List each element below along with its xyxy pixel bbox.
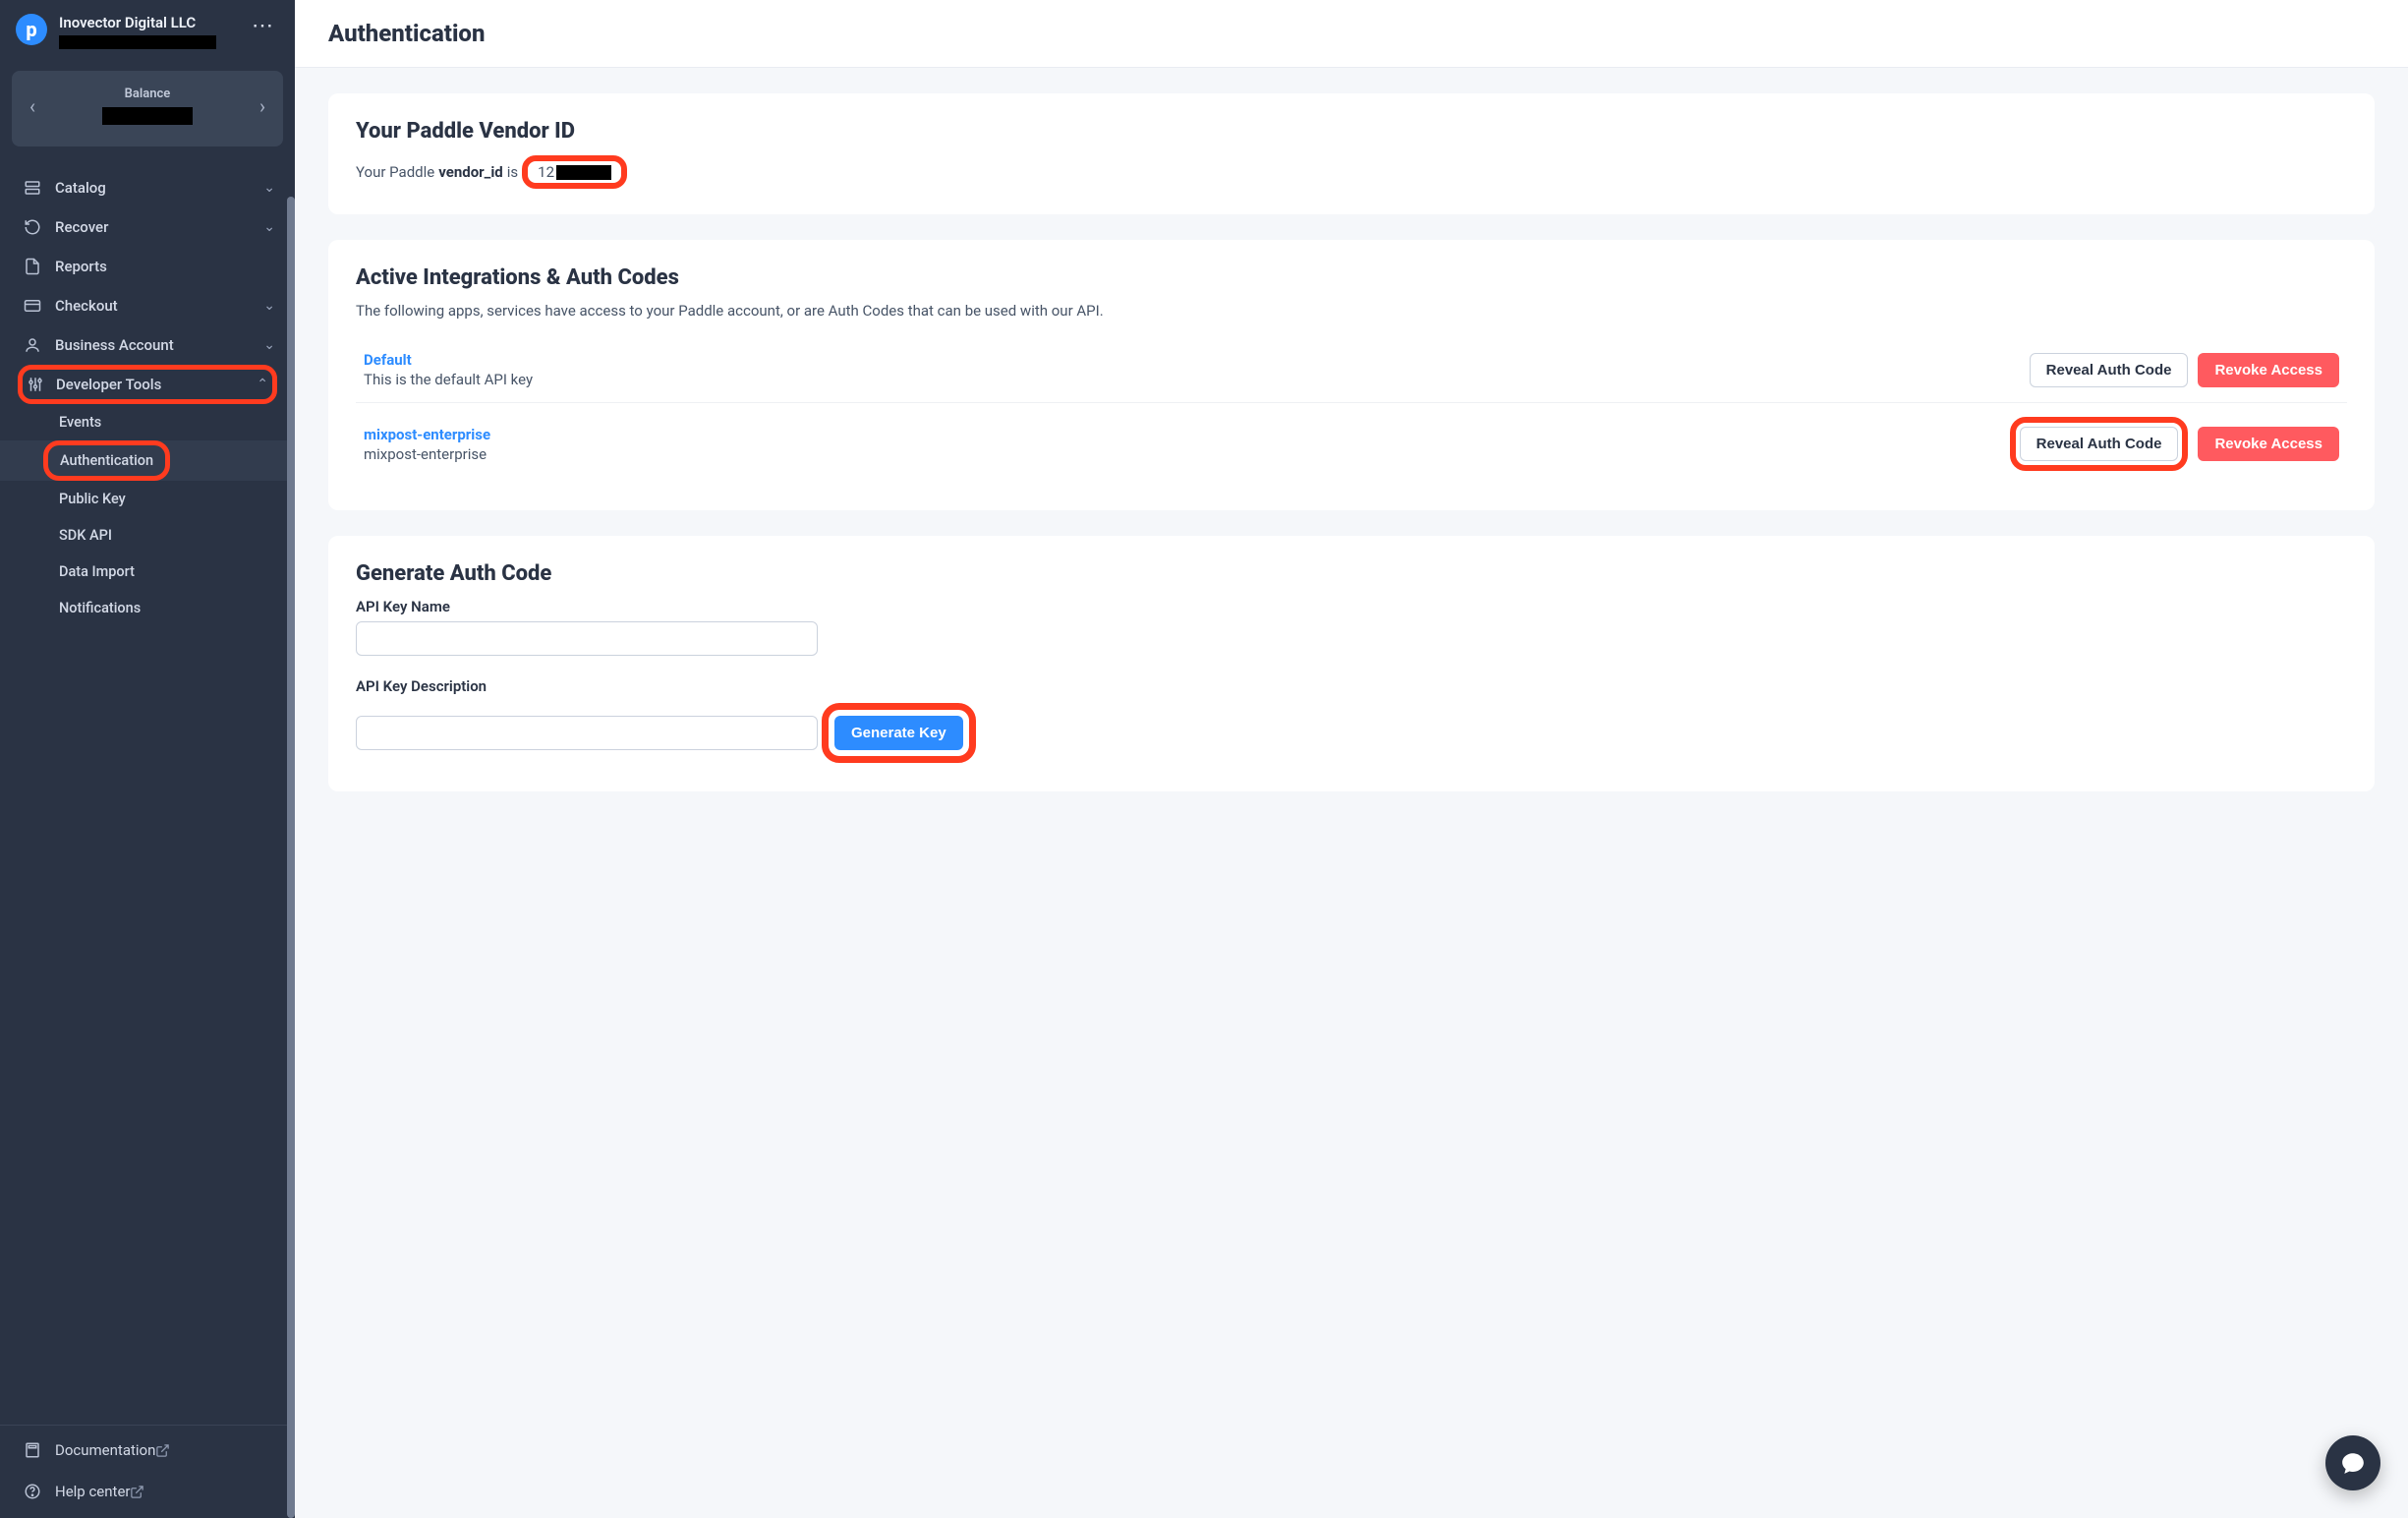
sidebar-footer: Documentation Help center [0, 1425, 295, 1518]
subnav-item-sdk-api[interactable]: SDK API [0, 517, 295, 554]
nav-item-catalog[interactable]: Catalog ⌄ [0, 168, 295, 207]
chevron-down-icon: ⌄ [263, 180, 275, 196]
api-key-desc-input[interactable] [356, 716, 818, 750]
chevron-up-icon: ⌃ [257, 377, 268, 392]
integrations-subtitle: The following apps, services have access… [356, 302, 2347, 320]
external-link-icon [130, 1485, 144, 1499]
annotation-developer-tools: Developer Tools ⌃ [18, 365, 277, 404]
catalog-icon [24, 179, 41, 197]
checkout-icon [24, 297, 41, 315]
vendor-id-redacted [556, 165, 611, 180]
subnav-item-data-import[interactable]: Data Import [0, 554, 295, 590]
external-link-icon [155, 1443, 170, 1458]
generate-key-button[interactable]: Generate Key [834, 716, 963, 750]
nav-item-developer-tools[interactable]: Developer Tools ⌃ [0, 365, 295, 404]
nav-item-reports[interactable]: Reports [0, 247, 295, 286]
integration-desc: mixpost-enterprise [364, 445, 490, 463]
nav-item-checkout[interactable]: Checkout ⌄ [0, 286, 295, 325]
org-name: Inovector Digital LLC [59, 14, 248, 31]
chevron-down-icon: ⌄ [263, 337, 275, 353]
vendor-id-card: Your Paddle Vendor ID Your Paddle vendor… [328, 93, 2375, 214]
integrations-card: Active Integrations & Auth Codes The fol… [328, 240, 2375, 510]
vendor-id-heading: Your Paddle Vendor ID [356, 119, 2347, 144]
reveal-auth-code-button[interactable]: Reveal Auth Code [2020, 427, 2179, 461]
revoke-access-button[interactable]: Revoke Access [2198, 353, 2339, 387]
sidebar: p Inovector Digital LLC ⋯ ‹ Balance › Ca… [0, 0, 295, 1518]
page-title: Authentication [328, 20, 2375, 47]
sidebar-scrollbar[interactable] [287, 197, 295, 1518]
paddle-logo-icon: p [16, 14, 47, 45]
generate-auth-code-card: Generate Auth Code API Key Name API Key … [328, 536, 2375, 791]
balance-prev-icon[interactable]: ‹ [26, 90, 39, 122]
user-icon [24, 336, 41, 354]
integration-row-default: Default This is the default API key Reve… [356, 337, 2347, 403]
annotation-authentication: Authentication [43, 440, 170, 481]
org-subline-redacted [59, 35, 216, 49]
footer-item-documentation[interactable]: Documentation [0, 1430, 295, 1471]
reveal-auth-code-button[interactable]: Reveal Auth Code [2030, 353, 2189, 387]
api-key-name-input[interactable] [356, 621, 818, 656]
subnav-item-authentication[interactable]: Authentication [0, 440, 295, 481]
recover-icon [24, 218, 41, 236]
footer-item-help-center[interactable]: Help center [0, 1471, 295, 1512]
chevron-down-icon: ⌄ [263, 298, 275, 314]
revoke-access-button[interactable]: Revoke Access [2198, 427, 2339, 461]
integration-name[interactable]: mixpost-enterprise [364, 426, 490, 443]
org-more-icon[interactable]: ⋯ [248, 14, 279, 38]
vendor-id-line: Your Paddle vendor_id is 12 [356, 155, 2347, 189]
content: Your Paddle Vendor ID Your Paddle vendor… [295, 68, 2408, 843]
integration-desc: This is the default API key [364, 371, 533, 388]
balance-label: Balance [39, 87, 256, 101]
main: Authentication Your Paddle Vendor ID You… [295, 0, 2408, 1518]
subnav-item-notifications[interactable]: Notifications [0, 590, 295, 626]
org-block[interactable]: Inovector Digital LLC [59, 14, 248, 49]
balance-amount-redacted [102, 107, 193, 125]
chat-icon [2340, 1450, 2366, 1476]
vendor-id-prefix: 12 [538, 163, 554, 181]
nav-item-recover[interactable]: Recover ⌄ [0, 207, 295, 247]
subnav-item-public-key[interactable]: Public Key [0, 481, 295, 517]
integration-row-mixpost: mixpost-enterprise mixpost-enterprise Re… [356, 403, 2347, 485]
chevron-down-icon: ⌄ [263, 219, 275, 235]
subnav-item-events[interactable]: Events [0, 404, 295, 440]
developer-tools-subnav: Events Authentication Public Key SDK API… [0, 404, 295, 626]
generate-heading: Generate Auth Code [356, 561, 2347, 586]
api-key-desc-label: API Key Description [356, 677, 2347, 695]
sidebar-header: p Inovector Digital LLC ⋯ [0, 0, 295, 57]
chat-fab[interactable] [2325, 1435, 2380, 1490]
annotation-generate-key: Generate Key [822, 703, 976, 763]
help-icon [24, 1483, 41, 1500]
integrations-heading: Active Integrations & Auth Codes [356, 265, 2347, 290]
topbar: Authentication [295, 0, 2408, 68]
integration-name[interactable]: Default [364, 351, 533, 369]
balance-next-icon[interactable]: › [256, 90, 269, 122]
nav-item-business-account[interactable]: Business Account ⌄ [0, 325, 295, 365]
api-key-name-label: API Key Name [356, 598, 2347, 615]
annotation-vendor-id: 12 [522, 155, 627, 189]
sliders-icon [27, 376, 44, 393]
documentation-icon [24, 1441, 41, 1459]
reports-icon [24, 258, 41, 275]
balance-card: ‹ Balance › [12, 71, 283, 146]
annotation-reveal-auth-code: Reveal Auth Code [2010, 417, 2189, 471]
nav-list: Catalog ⌄ Recover ⌄ Reports Checkout ⌄ [0, 168, 295, 402]
